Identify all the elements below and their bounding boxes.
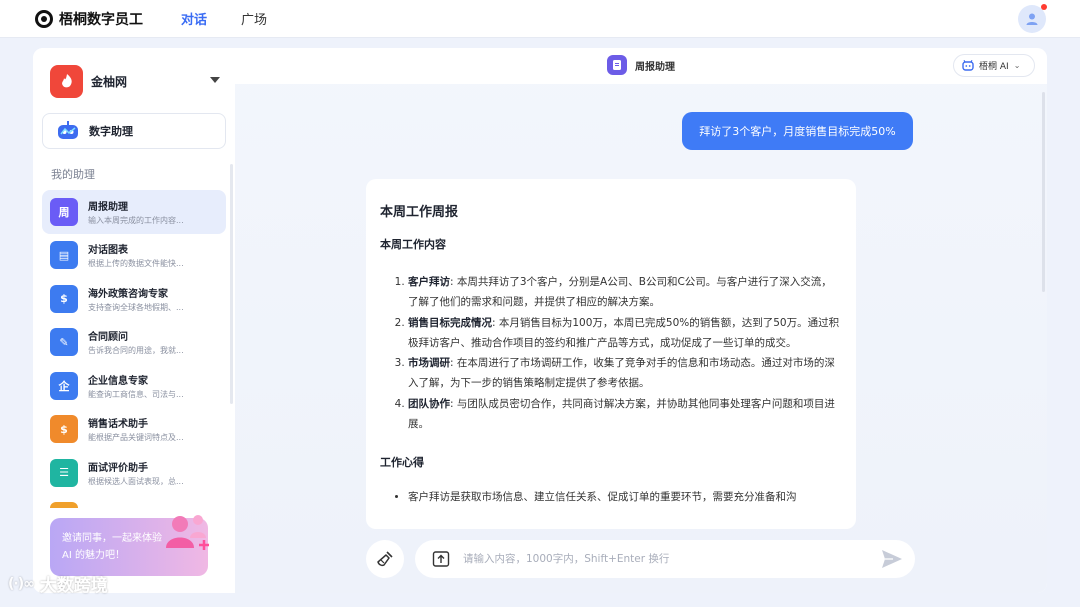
- reply-work-list: 客户拜访: 本周共拜访了3个客户，分别是A公司、B公司和C公司。与客户进行了深入…: [380, 272, 842, 434]
- assistant-name: 海外政策咨询专家: [88, 288, 168, 300]
- digital-assistant-button[interactable]: 数字助理: [42, 113, 226, 149]
- assistant-item[interactable]: $ 销售话术助手能根据产品关键词特点及...: [42, 408, 226, 452]
- weekly-report-icon: [607, 55, 627, 75]
- user-avatar[interactable]: [1018, 4, 1047, 33]
- assistant-text: 销售话术助手能根据产品关键词特点及...: [88, 415, 198, 443]
- list-item: 市场调研: 在本周进行了市场调研工作，收集了竞争对手的信息和市场动态。通过对市场…: [408, 353, 842, 394]
- assistant-desc: 能根据产品关键词特点及...: [88, 433, 184, 443]
- assistant-name: 周报助理: [88, 201, 128, 213]
- model-name: 梧桐 AI: [979, 62, 1009, 72]
- brand-logo-icon: [35, 9, 53, 28]
- contract-icon: ✎: [50, 328, 78, 357]
- bot-reply: 本周工作周报 本周工作内容 客户拜访: 本周共拜访了3个客户，分别是A公司、B公…: [366, 179, 856, 529]
- send-icon[interactable]: [881, 549, 903, 569]
- org-name: 金柚网: [91, 74, 128, 89]
- digital-assistant-label: 数字助理: [89, 125, 133, 138]
- user-message: 拜访了3个客户，月度销售目标完成50%: [682, 112, 913, 150]
- reply-insights-list: 客户拜访是获取市场信息、建立信任关系、促成订单的重要环节，需要充分准备和沟: [380, 487, 842, 507]
- assistant-desc: 根据上传的数据文件能快...: [88, 259, 184, 269]
- main-panel: 金柚网 数字助理 我的助理 周周报助理 输入本周完成的工作内容... ▤ 对话图表 根据…: [33, 48, 1047, 593]
- assistant-text: 面试评价助手根据候选人面试表现，总...: [88, 459, 198, 487]
- assistant-item[interactable]: $ 海外政策咨询专家支持查询全球各地假期、...: [42, 277, 226, 321]
- caret-down-icon[interactable]: [210, 77, 220, 83]
- assistant-text: 对话图表根据上传的数据文件能快...: [88, 241, 198, 269]
- assistant-text: 周报助理输入本周完成的工作内容...: [88, 198, 198, 226]
- chat-title-text: 周报助理: [635, 61, 675, 73]
- notification-dot: [1041, 4, 1047, 10]
- assistant-desc: 输入本周完成的工作内容...: [88, 215, 184, 225]
- chat-scrollbar[interactable]: [1042, 92, 1045, 292]
- reply-section-insights: 工作心得: [380, 456, 424, 470]
- company-icon: 企: [50, 371, 78, 400]
- assistant-name: 合同顾问: [88, 332, 128, 344]
- assistant-text: 企业信息专家能查询工商信息、司法与...: [88, 372, 198, 400]
- list-item: 团队协作: 与团队成员密切合作，共同商讨解决方案，并协助其他同事处理客户问题和项…: [408, 394, 842, 435]
- reply-section-work: 本周工作内容: [380, 238, 446, 251]
- chat-area: 周报助理 梧桐 AI ⌄ 拜访了3个客户，月度销售目标完成50% 本周工作周报 …: [235, 48, 1047, 593]
- assistant-desc: 根据候选人面试表现，总...: [88, 476, 184, 486]
- list-item: 客户拜访: 本周共拜访了3个客户，分别是A公司、B公司和C公司。与客户进行了深入…: [408, 272, 842, 313]
- sidebar-scrollbar[interactable]: [230, 164, 233, 404]
- assistant-list: 周周报助理输入本周完成的工作内容... ▤ 对话图表根据上传的数据文件能快... $ 海…: [42, 190, 226, 508]
- invite-text: 邀请同事，一起来体验 AI 的魅力吧！: [62, 533, 162, 561]
- watermark: (·)∞ 大数跨境: [8, 571, 108, 597]
- assistant-item[interactable]: 周周报助理输入本周完成的工作内容...: [42, 190, 226, 234]
- org-switcher[interactable]: 金柚网: [50, 64, 220, 98]
- policy-icon: $: [50, 284, 78, 313]
- my-assistants-title: 我的助理: [51, 168, 95, 181]
- message-input[interactable]: [463, 553, 863, 565]
- assistant-desc: 告诉我合同的用途，我就...: [88, 346, 184, 356]
- tab-plaza[interactable]: 广场: [241, 9, 267, 28]
- assistant-desc: 支持查询全球各地假期、...: [88, 302, 184, 312]
- chat-header: 周报助理 梧桐 AI ⌄: [235, 48, 1047, 84]
- chart-icon: ▤: [50, 241, 78, 270]
- people-icon: [166, 515, 209, 550]
- upload-icon[interactable]: [431, 549, 451, 569]
- chat-title: 周报助理: [607, 55, 675, 75]
- assistant-desc: 能查询工商信息、司法与...: [88, 389, 184, 399]
- watermark-text: 大数跨境: [39, 576, 108, 596]
- message-input-bar: [415, 540, 915, 578]
- brand-name: 梧桐数字员工: [59, 11, 143, 28]
- user-icon: [1026, 13, 1038, 25]
- invite-banner[interactable]: 邀请同事，一起来体验 AI 的魅力吧！: [50, 515, 209, 576]
- assistant-text: 海外政策咨询专家支持查询全球各地假期、...: [88, 285, 198, 313]
- brand[interactable]: 梧桐数字员工: [35, 9, 143, 29]
- assistant-name: 对话图表: [88, 245, 128, 257]
- list-item: 客户拜访是获取市场信息、建立信任关系、促成订单的重要环节，需要充分准备和沟: [408, 487, 842, 507]
- org-logo-icon: [50, 64, 83, 98]
- assistant-item[interactable]: ✎ 合同顾问告诉我合同的用途，我就...: [42, 321, 226, 365]
- top-nav: 梧桐数字员工 对话 广场: [0, 0, 1080, 38]
- sidebar: 金柚网 数字助理 我的助理 周周报助理输入本周完成的工作内容... ▤ 对话图表根据…: [33, 48, 235, 593]
- robot-icon: [58, 121, 78, 139]
- assistant-name: 企业信息专家: [88, 375, 148, 387]
- assistant-item[interactable]: ▤ 对话图表根据上传的数据文件能快...: [42, 234, 226, 278]
- bot-icon: [962, 60, 974, 71]
- assistant-item[interactable]: PPPT设计大师: [42, 495, 226, 508]
- reply-heading: 本周工作周报: [380, 205, 459, 220]
- clear-chat-button[interactable]: [366, 540, 404, 578]
- broom-icon: [377, 551, 393, 567]
- sales-icon: $: [50, 415, 78, 444]
- model-select[interactable]: 梧桐 AI ⌄: [953, 54, 1035, 77]
- assistant-name: 面试评价助手: [88, 462, 148, 474]
- assistant-item[interactable]: ☰ 面试评价助手根据候选人面试表现，总...: [42, 451, 226, 495]
- weekly-report-icon: 周: [50, 197, 78, 226]
- watermark-logo: (·)∞: [8, 575, 35, 592]
- assistant-item[interactable]: 企企业信息专家能查询工商信息、司法与...: [42, 364, 226, 408]
- list-item: 销售目标完成情况: 本月销售目标为100万，本周已完成50%的销售额，达到了50…: [408, 313, 842, 354]
- tab-chat[interactable]: 对话: [181, 9, 207, 28]
- assistant-name: 销售话术助手: [88, 419, 148, 431]
- chevron-down-icon: ⌄: [1013, 61, 1021, 70]
- ppt-icon: P: [50, 502, 78, 508]
- assistant-text: 合同顾问告诉我合同的用途，我就...: [88, 328, 198, 356]
- interview-icon: ☰: [50, 458, 78, 487]
